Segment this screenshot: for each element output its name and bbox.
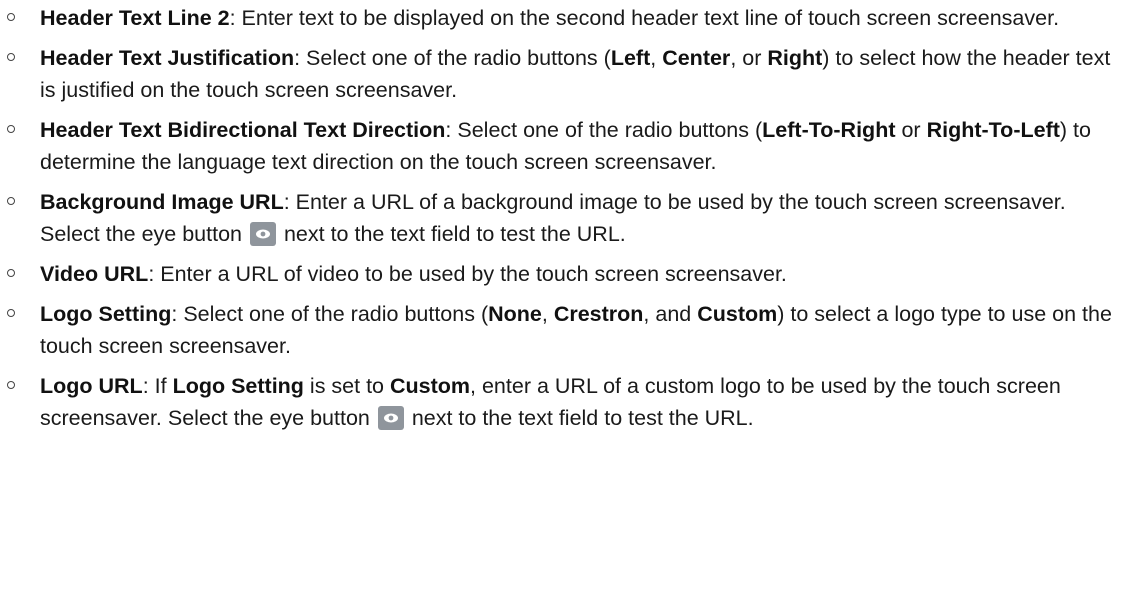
option-left: Left — [610, 46, 651, 70]
eye-icon — [249, 222, 276, 246]
option-crestron: Crestron — [553, 302, 644, 326]
separator: , or — [730, 46, 768, 70]
term: Header Text Bidirectional Text Direction — [40, 118, 446, 142]
ref-logo-setting: Logo Setting — [172, 374, 304, 398]
description: : Select one of the radio buttons ( — [445, 118, 763, 142]
description: : Select one of the radio buttons ( — [294, 46, 611, 70]
bullet-icon — [7, 53, 15, 61]
description: next to the text field to test the URL. — [405, 406, 754, 430]
description: is set to — [303, 374, 390, 398]
option-right: Right — [767, 46, 823, 70]
separator: , — [541, 302, 554, 326]
bullet-icon — [7, 309, 15, 317]
bullet-icon — [7, 269, 15, 277]
setting-descriptions-list: Header Text Line 2: Enter text to be dis… — [0, 0, 1139, 434]
term: Header Text Justification — [40, 46, 295, 70]
bullet-icon — [7, 13, 15, 21]
option-center: Center — [662, 46, 731, 70]
description: : If — [142, 374, 173, 398]
bullet-icon — [7, 381, 15, 389]
list-item-header-text-justification: Header Text Justification: Select one of… — [0, 42, 1139, 106]
ref-custom: Custom — [390, 374, 471, 398]
separator: , — [650, 46, 663, 70]
option-right-to-left: Right-To-Left — [926, 118, 1060, 142]
bullet-icon — [7, 197, 15, 205]
option-custom: Custom — [697, 302, 778, 326]
term: Video URL — [40, 262, 149, 286]
option-left-to-right: Left-To-Right — [762, 118, 896, 142]
description: : Select one of the radio buttons ( — [171, 302, 489, 326]
list-item-background-image-url: Background Image URL: Enter a URL of a b… — [0, 186, 1139, 250]
description: : Enter a URL of video to be used by the… — [148, 262, 787, 286]
list-item-header-text-line-2: Header Text Line 2: Enter text to be dis… — [0, 2, 1139, 34]
term: Logo URL — [40, 374, 143, 398]
separator: , and — [643, 302, 698, 326]
description: next to the text field to test the URL. — [277, 222, 626, 246]
eye-icon — [377, 406, 404, 430]
term: Logo Setting — [40, 302, 172, 326]
term: Background Image URL — [40, 190, 284, 214]
list-item-logo-setting: Logo Setting: Select one of the radio bu… — [0, 298, 1139, 362]
separator: or — [895, 118, 927, 142]
term: Header Text Line 2 — [40, 6, 230, 30]
bullet-icon — [7, 125, 15, 133]
description: : Enter text to be displayed on the seco… — [229, 6, 1060, 30]
list-item-header-text-bidirectional: Header Text Bidirectional Text Direction… — [0, 114, 1139, 178]
option-none: None — [488, 302, 542, 326]
list-item-video-url: Video URL: Enter a URL of video to be us… — [0, 258, 1139, 290]
list-item-logo-url: Logo URL: If Logo Setting is set to Cust… — [0, 370, 1139, 434]
